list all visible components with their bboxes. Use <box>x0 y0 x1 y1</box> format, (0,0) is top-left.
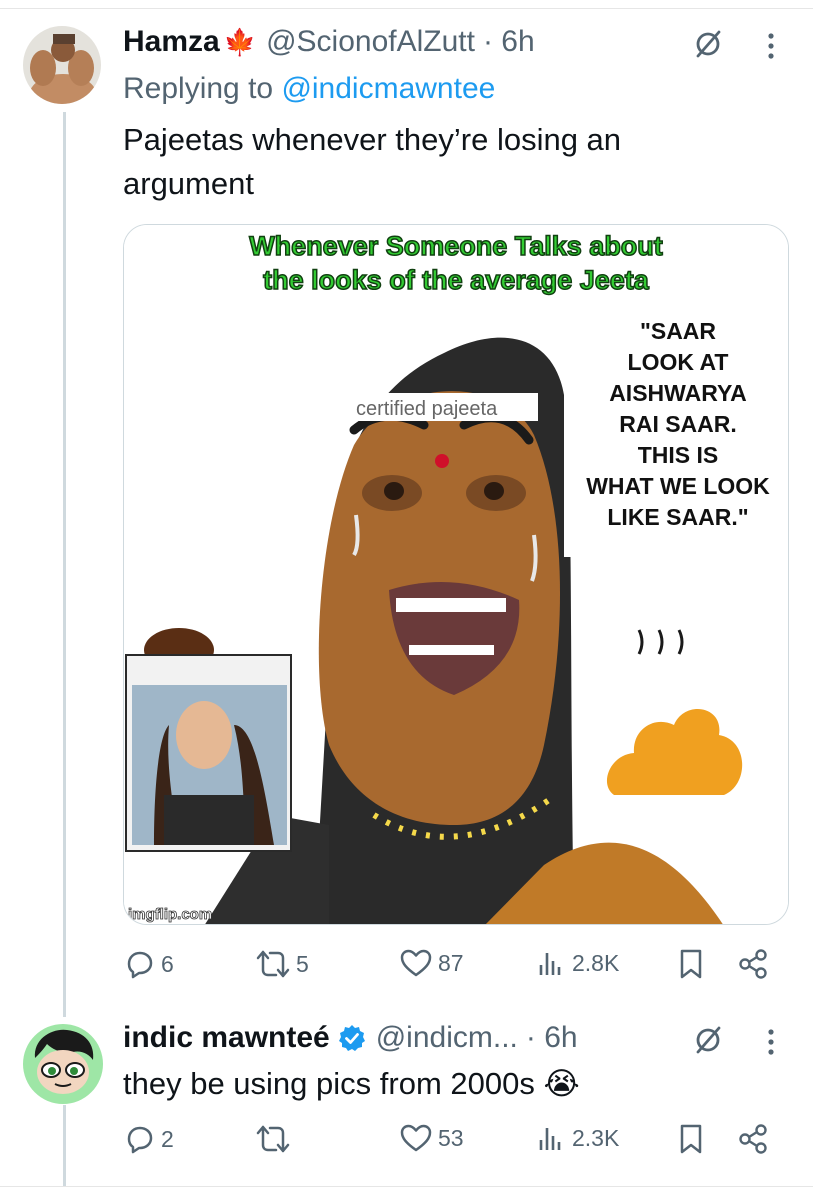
share-icon <box>739 1124 767 1154</box>
verified-icon <box>338 1025 365 1051</box>
tweet-media[interactable]: Whenever Someone Talks about the looks o… <box>123 224 789 925</box>
tweet-actions: 6 5 87 2.8K <box>123 948 783 988</box>
tweet-actions: 2 53 2.3K <box>123 1123 783 1163</box>
author-name[interactable]: indic mawnteé <box>123 1020 330 1056</box>
author-name[interactable]: Hamza <box>123 24 220 60</box>
share-button[interactable] <box>737 948 775 980</box>
share-icon <box>739 949 767 979</box>
quote-line: THIS IS <box>638 442 719 468</box>
grok-icon <box>696 1026 721 1054</box>
quote-line: AISHWARYA <box>609 380 747 406</box>
more-icon <box>768 33 774 59</box>
repost-icon <box>256 1125 290 1153</box>
reply-icon <box>127 1126 153 1154</box>
bookmark-button[interactable] <box>678 1123 710 1155</box>
like-icon <box>400 1124 432 1152</box>
views-count: 2.8K <box>572 949 620 976</box>
avatar-image <box>23 26 101 104</box>
bookmark-icon <box>680 1124 702 1154</box>
repost-button[interactable]: 5 <box>256 948 309 980</box>
like-icon <box>400 949 432 977</box>
meme-caption-line2: the looks of the average Jeeta <box>263 265 650 295</box>
like-count: 53 <box>438 1124 464 1151</box>
views-button[interactable]: 2.3K <box>536 1123 619 1153</box>
tweet-text-body: they be using pics from 2000s <box>123 1066 535 1101</box>
author-handle[interactable]: @indicm... <box>376 1020 518 1056</box>
tweet-time[interactable]: · 6h <box>526 1020 578 1056</box>
like-button[interactable]: 87 <box>400 948 464 978</box>
thread-line <box>63 112 66 1017</box>
more-icon <box>768 1029 774 1055</box>
bookmark-icon <box>680 949 702 979</box>
replying-to: Replying to @indicmawntee <box>123 72 495 106</box>
bottom-divider <box>0 1186 813 1187</box>
replying-mention[interactable]: @indicmawntee <box>281 72 495 105</box>
repost-count: 5 <box>296 950 309 977</box>
imgflip-watermark: imgflip.com <box>128 906 212 923</box>
top-divider <box>0 8 813 9</box>
like-button[interactable]: 53 <box>400 1123 464 1153</box>
quote-line: "SAAR <box>640 318 716 344</box>
reply-button[interactable]: 2 <box>123 1123 174 1155</box>
avatar[interactable] <box>23 1024 103 1104</box>
grok-button[interactable] <box>690 1022 726 1058</box>
reply-count: 2 <box>161 1125 174 1152</box>
tweet-text: Pajeetas whenever they’re losing an argu… <box>123 122 622 201</box>
reply-button[interactable]: 6 <box>123 948 174 980</box>
tweet-time[interactable]: · 6h <box>483 24 535 60</box>
share-button[interactable] <box>737 1123 775 1155</box>
like-count: 87 <box>438 949 464 976</box>
bookmark-button[interactable] <box>678 948 710 980</box>
reply-count: 6 <box>161 950 174 977</box>
grok-icon <box>696 30 721 58</box>
author-handle[interactable]: @ScionofAlZutt <box>266 24 475 60</box>
views-count: 2.3K <box>572 1124 620 1151</box>
quote-line: RAI SAAR. <box>619 411 737 437</box>
maple-leaf-flag: 🍁 <box>223 27 257 57</box>
avatar-image <box>23 1024 103 1104</box>
tweet-text: they be using pics from 2000s 😭 <box>123 1062 763 1106</box>
more-button[interactable] <box>758 1024 784 1060</box>
quote-line: WHAT WE LOOK <box>586 473 770 499</box>
more-button[interactable] <box>758 28 784 64</box>
avatar[interactable] <box>23 26 101 104</box>
quote-line: LOOK AT <box>628 349 729 375</box>
meme-quote: "SAAR LOOK AT AISHWARYA RAI SAAR. THIS I… <box>564 317 788 557</box>
views-button[interactable]: 2.8K <box>536 948 619 978</box>
repost-button[interactable] <box>256 1123 296 1155</box>
views-icon <box>539 953 561 975</box>
grok-button[interactable] <box>690 26 726 62</box>
meme-label: certified pajeeta <box>356 398 498 420</box>
repost-icon <box>256 950 290 978</box>
views-icon <box>539 1128 561 1150</box>
quote-line: LIKE SAAR." <box>607 504 748 530</box>
replying-prefix: Replying to <box>123 72 274 105</box>
thread-line-lower <box>63 1105 66 1187</box>
crying-emoji: 😭 <box>543 1066 580 1101</box>
reply-icon <box>127 951 153 979</box>
meme-caption-line1: Whenever Someone Talks about <box>249 231 663 261</box>
meme-image: Whenever Someone Talks about the looks o… <box>124 225 788 924</box>
